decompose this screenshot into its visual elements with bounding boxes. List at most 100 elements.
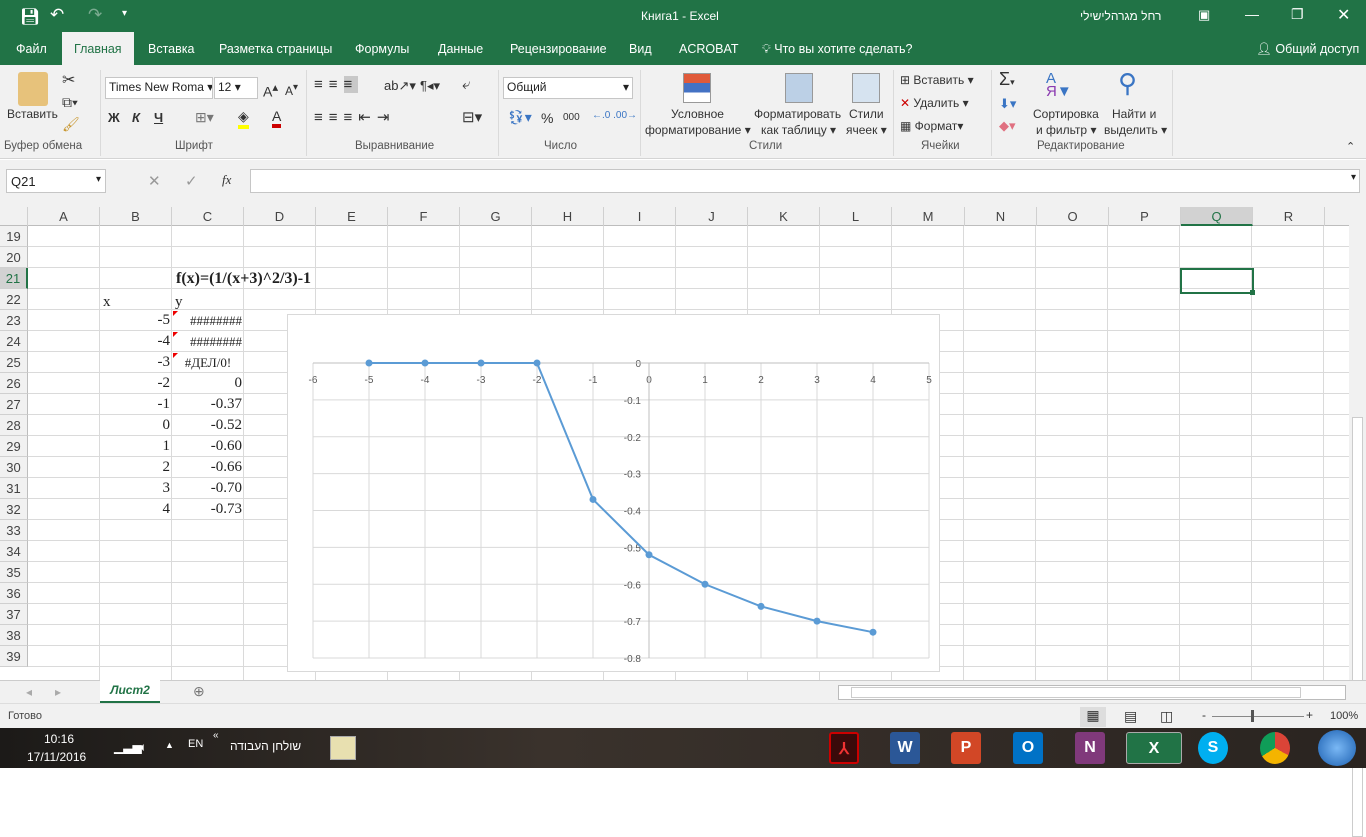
row-header-31[interactable]: 31 [0, 478, 28, 499]
format-painter-icon[interactable]: 🖌︎ [62, 116, 80, 133]
sort-filter-button[interactable]: Сортировка [1033, 107, 1099, 121]
zoom-level[interactable]: 100% [1330, 710, 1358, 722]
zoom-in-icon[interactable]: + [1306, 708, 1313, 722]
column-header-C[interactable]: C [172, 207, 244, 226]
column-header-N[interactable]: N [965, 207, 1037, 226]
x-value-cell[interactable]: -2 [100, 373, 172, 394]
tab-data[interactable]: Данные [426, 32, 495, 65]
add-sheet-icon[interactable]: ⊕ [193, 683, 205, 700]
cancel-icon[interactable]: ✕ [148, 172, 161, 190]
row-header-25[interactable]: 25 [0, 352, 28, 373]
clear-icon[interactable]: ◆▾ [999, 118, 1016, 134]
row-header-34[interactable]: 34 [0, 541, 28, 562]
desktop-toolbar-label[interactable]: שולחן העבודה [230, 739, 301, 753]
selected-cell-q21[interactable] [1180, 268, 1254, 294]
italic-button[interactable]: К [132, 110, 140, 125]
merge-icon[interactable]: ⊟▾ [462, 108, 482, 126]
tab-view[interactable]: Вид [617, 32, 664, 65]
tab-page-layout[interactable]: Разметка страницы [207, 32, 344, 65]
row-header-19[interactable]: 19 [0, 226, 28, 247]
y-value-cell[interactable]: -0.52 [172, 415, 244, 436]
delete-cells-button[interactable]: ✕ Удалить ▾ [900, 96, 969, 110]
row-header-20[interactable]: 20 [0, 247, 28, 268]
select-all-corner[interactable] [0, 207, 28, 226]
tab-review[interactable]: Рецензирование [498, 32, 619, 65]
font-name-select[interactable]: Times New Roma ▾ [105, 77, 213, 99]
start-button[interactable] [1318, 730, 1356, 766]
ribbon-display-icon[interactable]: ▣ [1198, 7, 1210, 23]
format-as-table-button-2[interactable]: как таблицу ▾ [761, 123, 836, 137]
conditional-formatting-button-2[interactable]: форматирование ▾ [645, 123, 751, 137]
zoom-slider[interactable] [1212, 716, 1304, 717]
font-size-select[interactable]: 12 ▾ [214, 77, 258, 99]
fill-icon[interactable]: ⬇▾ [999, 96, 1016, 112]
y-value-cell[interactable]: -0.70 [172, 478, 244, 499]
row-header-21[interactable]: 21 [0, 268, 28, 289]
row-header-36[interactable]: 36 [0, 583, 28, 604]
prev-sheet-icon[interactable]: ◂ [26, 685, 32, 699]
insert-cells-button[interactable]: ⊞ Вставить ▾ [900, 73, 974, 87]
normal-view-icon[interactable]: ▦ [1080, 707, 1106, 727]
x-value-cell[interactable]: 3 [100, 478, 172, 499]
format-cells-button[interactable]: ▦ Формат▾ [900, 119, 963, 133]
next-sheet-icon[interactable]: ▸ [55, 685, 61, 699]
y-value-cell[interactable]: -0.66 [172, 457, 244, 478]
tab-acrobat[interactable]: ACROBAT [667, 32, 751, 65]
row-header-39[interactable]: 39 [0, 646, 28, 667]
paste-icon[interactable] [18, 72, 48, 106]
column-header-L[interactable]: L [820, 207, 892, 226]
desktop-icon[interactable] [330, 736, 356, 760]
row-header-33[interactable]: 33 [0, 520, 28, 541]
column-header-E[interactable]: E [316, 207, 388, 226]
find-select-button-2[interactable]: выделить ▾ [1104, 123, 1167, 137]
y-value-cell[interactable]: 0 [172, 373, 244, 394]
wrap-text-icon[interactable]: ⤶ [462, 76, 470, 93]
column-header-A[interactable]: A [28, 207, 100, 226]
column-header-Q[interactable]: Q [1181, 207, 1253, 226]
column-header-O[interactable]: O [1037, 207, 1109, 226]
bold-button[interactable]: Ж [108, 110, 120, 125]
x-value-cell[interactable]: -5 [100, 310, 172, 331]
formula-input[interactable]: ▾ [250, 169, 1360, 193]
redo-icon[interactable]: ↷ [88, 5, 102, 25]
enter-icon[interactable]: ✓ [185, 172, 198, 190]
currency-icon[interactable]: 💱︎▾ [507, 109, 532, 126]
row-header-35[interactable]: 35 [0, 562, 28, 583]
percent-icon[interactable]: % [541, 110, 553, 126]
column-header-B[interactable]: B [100, 207, 172, 226]
powerpoint-taskbar-icon[interactable]: P [951, 732, 981, 764]
page-break-view-icon[interactable]: ◫ [1160, 708, 1173, 725]
column-header-J[interactable]: J [676, 207, 748, 226]
find-select-button[interactable]: Найти и [1112, 107, 1156, 121]
horizontal-scroll-thumb[interactable] [851, 687, 1301, 698]
horizontal-scrollbar[interactable] [838, 685, 1346, 700]
column-header-M[interactable]: M [892, 207, 965, 226]
tab-home[interactable]: Главная [62, 32, 134, 65]
skype-taskbar-icon[interactable]: S [1198, 732, 1228, 764]
row-header-28[interactable]: 28 [0, 415, 28, 436]
chrome-taskbar-icon[interactable] [1260, 732, 1290, 764]
column-header-K[interactable]: K [748, 207, 820, 226]
x-value-cell[interactable]: 2 [100, 457, 172, 478]
column-header-G[interactable]: G [460, 207, 532, 226]
sheet-tab-list2[interactable]: Лист2 [100, 680, 160, 703]
row-header-26[interactable]: 26 [0, 373, 28, 394]
row-header-30[interactable]: 30 [0, 457, 28, 478]
fill-handle[interactable] [1250, 290, 1255, 295]
clock-date[interactable]: 17/11/2016 [27, 750, 86, 764]
tell-me-search[interactable]: 💡︎ Что вы хотите сделать? [750, 32, 924, 65]
thousands-icon[interactable]: 000 [563, 112, 580, 123]
conditional-formatting-button[interactable]: Условное [671, 107, 724, 121]
column-header-I[interactable]: I [604, 207, 676, 226]
sort-filter-button-2[interactable]: и фильтр ▾ [1036, 123, 1096, 137]
name-box[interactable]: Q21 ▾ [6, 169, 106, 193]
decimal-icons[interactable]: ←.0 .00→ [592, 110, 637, 121]
orientation-icon[interactable]: ab↗▾ [384, 78, 416, 94]
network-icon[interactable]: ▁▃▅ [114, 740, 142, 754]
row-header-37[interactable]: 37 [0, 604, 28, 625]
outlook-taskbar-icon[interactable]: O [1013, 732, 1043, 764]
column-header-P[interactable]: P [1109, 207, 1181, 226]
row-header-32[interactable]: 32 [0, 499, 28, 520]
column-header-D[interactable]: D [244, 207, 316, 226]
tab-insert[interactable]: Вставка [136, 32, 206, 65]
